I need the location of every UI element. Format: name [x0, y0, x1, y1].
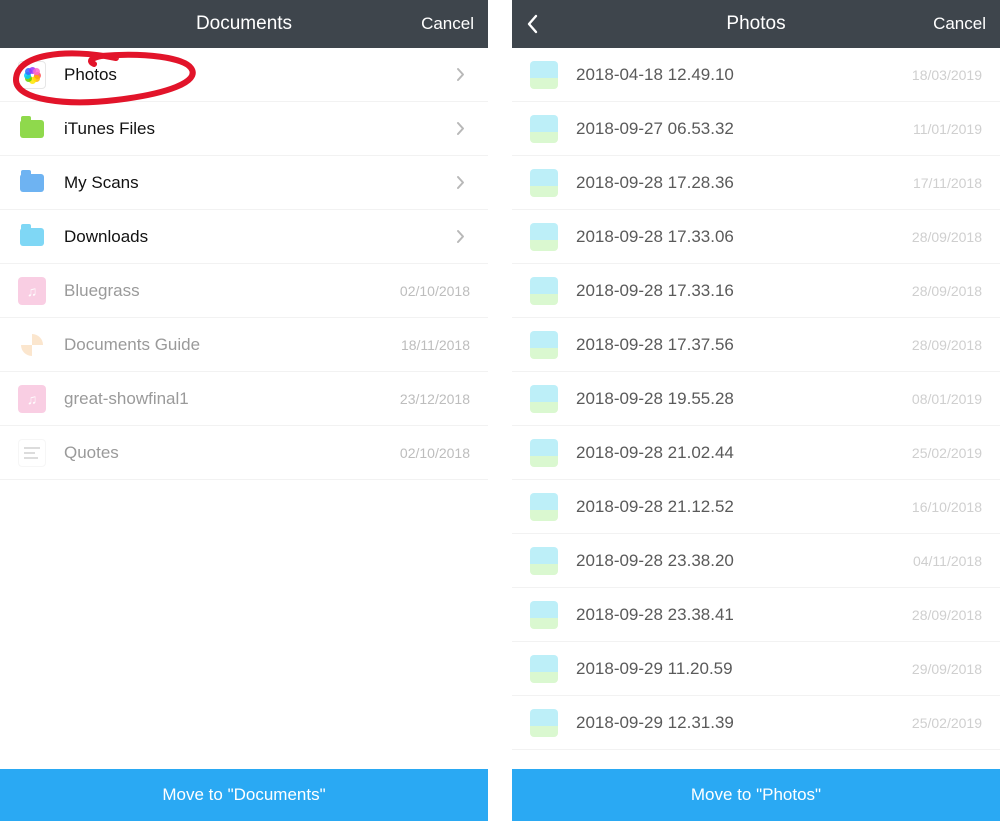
- image-thumbnail-icon: [530, 385, 558, 413]
- list-item-date: 25/02/2019: [912, 445, 982, 461]
- folder-icon: [18, 115, 46, 143]
- header: Documents Cancel: [0, 0, 488, 48]
- chevron-right-icon: [456, 121, 470, 136]
- cancel-button[interactable]: Cancel: [421, 14, 474, 34]
- image-thumbnail-icon: [530, 61, 558, 89]
- image-thumbnail-icon: [530, 655, 558, 683]
- image-thumbnail-icon: [530, 439, 558, 467]
- list-item-date: 25/02/2019: [912, 715, 982, 731]
- move-to-button[interactable]: Move to "Photos": [512, 769, 1000, 821]
- list-item-date: 29/09/2018: [912, 661, 982, 677]
- list-item-date: 28/09/2018: [912, 607, 982, 623]
- list-item[interactable]: Photos: [0, 48, 488, 102]
- folder-list: Photos iTunes Files My Scans Downloads ♫ Blue…: [0, 48, 488, 769]
- list-item-date: 11/01/2019: [913, 121, 982, 137]
- help-icon: [18, 331, 46, 359]
- image-thumbnail-icon: [530, 493, 558, 521]
- list-item-date: 02/10/2018: [400, 445, 470, 461]
- list-item: 2018-09-28 19.55.2808/01/2019: [512, 372, 1000, 426]
- photos-app-icon: [18, 61, 46, 89]
- list-item: 2018-09-28 17.33.1628/09/2018: [512, 264, 1000, 318]
- list-item-label: great-showfinal1: [64, 389, 400, 409]
- list-item: 2018-09-28 17.28.3617/11/2018: [512, 156, 1000, 210]
- list-item-label: Quotes: [64, 443, 400, 463]
- list-item-label: 2018-09-28 17.37.56: [576, 335, 912, 355]
- list-item: 2018-09-28 23.38.4128/09/2018: [512, 588, 1000, 642]
- list-item[interactable]: My Scans: [0, 156, 488, 210]
- list-item: 2018-09-28 23.38.2004/11/2018: [512, 534, 1000, 588]
- list-item-label: 2018-09-28 23.38.41: [576, 605, 912, 625]
- list-item: ♫ Bluegrass02/10/2018: [0, 264, 488, 318]
- folder-icon: [18, 223, 46, 251]
- list-item-date: 16/10/2018: [912, 499, 982, 515]
- list-item-label: My Scans: [64, 173, 448, 193]
- image-thumbnail-icon: [530, 169, 558, 197]
- image-thumbnail-icon: [530, 277, 558, 305]
- header: Photos Cancel: [512, 0, 1000, 48]
- list-item-date: 23/12/2018: [400, 391, 470, 407]
- page-title: Documents: [196, 13, 292, 35]
- list-item: 2018-09-28 21.12.5216/10/2018: [512, 480, 1000, 534]
- list-item-label: Downloads: [64, 227, 448, 247]
- list-item-date: 17/11/2018: [913, 175, 982, 191]
- screen-documents: Documents Cancel Photos iTunes Files My Sc…: [0, 0, 488, 821]
- list-item-label: 2018-09-28 17.28.36: [576, 173, 913, 193]
- list-item-date: 08/01/2019: [912, 391, 982, 407]
- list-item: 2018-04-18 12.49.1018/03/2019: [512, 48, 1000, 102]
- list-item-date: 28/09/2018: [912, 337, 982, 353]
- text-file-icon: [18, 439, 46, 467]
- list-item-date: 04/11/2018: [913, 553, 982, 569]
- chevron-left-icon: [526, 14, 538, 34]
- list-item-label: 2018-04-18 12.49.10: [576, 65, 912, 85]
- list-item-label: 2018-09-28 17.33.16: [576, 281, 912, 301]
- list-item-date: 18/11/2018: [401, 337, 470, 353]
- list-item-label: Bluegrass: [64, 281, 400, 301]
- music-icon: ♫: [18, 277, 46, 305]
- list-item: 2018-09-29 12.31.3925/02/2019: [512, 696, 1000, 750]
- music-icon: ♫: [18, 385, 46, 413]
- list-item: Quotes02/10/2018: [0, 426, 488, 480]
- screen-photos: Photos Cancel 2018-04-18 12.49.1018/03/2…: [512, 0, 1000, 821]
- list-item[interactable]: iTunes Files: [0, 102, 488, 156]
- image-thumbnail-icon: [530, 331, 558, 359]
- image-thumbnail-icon: [530, 115, 558, 143]
- list-item-label: 2018-09-28 19.55.28: [576, 389, 912, 409]
- list-item-label: 2018-09-27 06.53.32: [576, 119, 913, 139]
- cancel-button[interactable]: Cancel: [933, 14, 986, 34]
- list-item-date: 02/10/2018: [400, 283, 470, 299]
- move-to-button[interactable]: Move to "Documents": [0, 769, 488, 821]
- image-thumbnail-icon: [530, 547, 558, 575]
- list-item: 2018-09-28 17.37.5628/09/2018: [512, 318, 1000, 372]
- list-item: 2018-09-29 11.20.5929/09/2018: [512, 642, 1000, 696]
- list-item-label: Documents Guide: [64, 335, 401, 355]
- chevron-right-icon: [456, 175, 470, 190]
- list-item: 2018-09-28 17.33.0628/09/2018: [512, 210, 1000, 264]
- list-item: Documents Guide18/11/2018: [0, 318, 488, 372]
- image-thumbnail-icon: [530, 223, 558, 251]
- image-thumbnail-icon: [530, 601, 558, 629]
- list-item-date: 28/09/2018: [912, 283, 982, 299]
- list-item-date: 28/09/2018: [912, 229, 982, 245]
- list-item: 2018-09-27 06.53.3211/01/2019: [512, 102, 1000, 156]
- photo-list: 2018-04-18 12.49.1018/03/20192018-09-27 …: [512, 48, 1000, 769]
- image-thumbnail-icon: [530, 709, 558, 737]
- list-item-date: 18/03/2019: [912, 67, 982, 83]
- list-item: ♫ great-showfinal123/12/2018: [0, 372, 488, 426]
- list-item-label: 2018-09-28 21.02.44: [576, 443, 912, 463]
- list-item[interactable]: Downloads: [0, 210, 488, 264]
- list-item-label: 2018-09-28 21.12.52: [576, 497, 912, 517]
- list-item-label: 2018-09-29 12.31.39: [576, 713, 912, 733]
- list-item-label: 2018-09-28 17.33.06: [576, 227, 912, 247]
- chevron-right-icon: [456, 67, 470, 82]
- list-item-label: Photos: [64, 65, 448, 85]
- page-title: Photos: [726, 13, 785, 35]
- list-item-label: 2018-09-29 11.20.59: [576, 659, 912, 679]
- list-item: 2018-09-28 21.02.4425/02/2019: [512, 426, 1000, 480]
- chevron-right-icon: [456, 229, 470, 244]
- back-button[interactable]: [526, 14, 558, 34]
- folder-icon: [18, 169, 46, 197]
- list-item-label: 2018-09-28 23.38.20: [576, 551, 913, 571]
- list-item-label: iTunes Files: [64, 119, 448, 139]
